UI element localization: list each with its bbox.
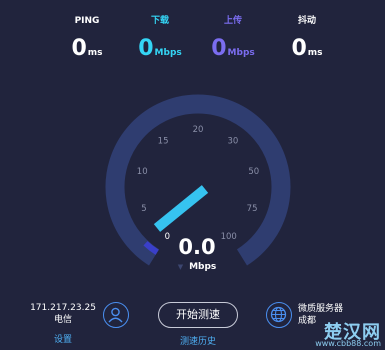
speed-unit: ▼ Mbps [177, 262, 217, 272]
gauge-tick-label: 15 [158, 137, 169, 147]
gauge-tick-label: 50 [248, 167, 259, 177]
gauge-tick-label: 20 [193, 125, 204, 135]
client-ip: 171.217.23.25 [30, 303, 96, 313]
gauge-tick-label: 10 [137, 167, 148, 177]
user-button[interactable] [103, 302, 129, 328]
gauge-needle [153, 185, 209, 232]
settings-link[interactable]: 设置 [30, 334, 96, 346]
watermark-url: www.cbb88.com [315, 339, 381, 348]
client-info: 171.217.23.25 电信 设置 [30, 302, 96, 346]
test-history-link[interactable]: 测速历史 [166, 334, 230, 347]
user-icon [108, 307, 123, 323]
gauge-tick-label: 75 [247, 204, 258, 214]
start-test-button[interactable]: 开始测速 [158, 302, 238, 328]
gauge-tick-label: 5 [141, 204, 146, 214]
server-button[interactable] [266, 302, 292, 328]
server-label: 微质服务器 [298, 304, 344, 314]
speed-readout: 0.0 ▼ Mbps [162, 235, 232, 272]
client-isp: 电信 [53, 315, 72, 325]
speed-gauge: 05101520305075100 [105, 94, 291, 266]
speed-value: 0.0 [178, 235, 216, 259]
watermark-logo: 楚汉网 www.cbb88.com [300, 318, 384, 350]
gauge-tick-label: 30 [227, 137, 238, 147]
